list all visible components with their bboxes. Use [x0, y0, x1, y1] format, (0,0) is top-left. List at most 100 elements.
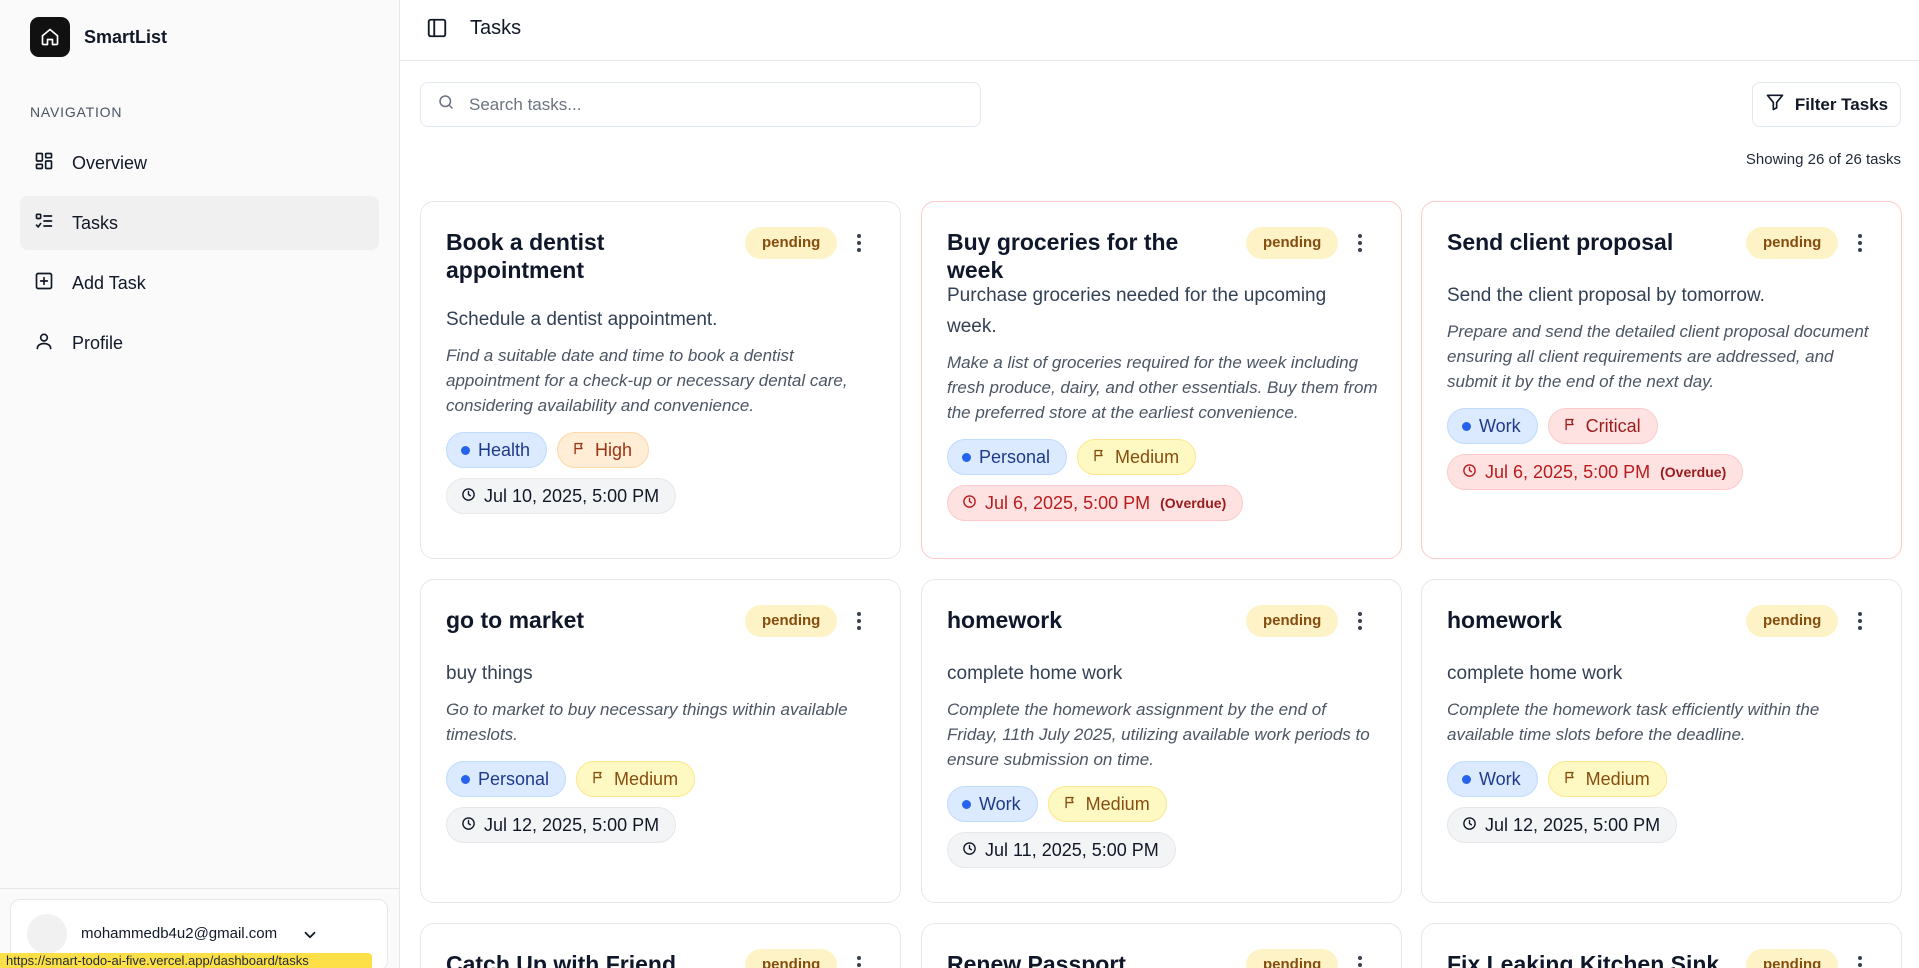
task-tags: Personal Medium Jul 12, 2025, 5:00 PM	[446, 761, 878, 843]
category-dot-icon	[962, 799, 971, 809]
sidebar-item-profile[interactable]: Profile	[20, 316, 379, 370]
category-badge: Personal	[947, 439, 1068, 475]
task-tags: Work Critical Jul 6, 2025, 5:00 PM (Overd…	[1447, 408, 1879, 490]
task-card[interactable]: Renew Passport pending	[921, 923, 1402, 968]
task-card[interactable]: homework pending complete home work Comp…	[921, 579, 1402, 903]
due-date-label: Jul 11, 2025, 5:00 PM	[985, 839, 1159, 860]
task-card[interactable]: go to market pending buy things Go to ma…	[420, 579, 901, 903]
status-badge: pending	[1746, 227, 1839, 259]
due-date-label: Jul 12, 2025, 5:00 PM	[484, 814, 660, 835]
sidebar: SmartList NAVIGATION Overview Tasks Add …	[0, 0, 400, 968]
add-task-icon	[34, 271, 54, 296]
flag-icon	[591, 769, 606, 790]
more-options-icon[interactable]	[849, 953, 869, 968]
task-card[interactable]: Buy groceries for the week pending Purch…	[921, 201, 1402, 559]
task-title: homework	[1447, 607, 1563, 633]
task-description: Go to market to buy necessary things wit…	[446, 700, 848, 744]
priority-badge: Medium	[576, 761, 696, 797]
nav-heading: NAVIGATION	[30, 104, 123, 120]
due-date-badge: Jul 6, 2025, 5:00 PM (Overdue)	[1447, 454, 1744, 490]
priority-label: High	[595, 439, 633, 460]
filter-tasks-button[interactable]: Filter Tasks	[1752, 82, 1901, 127]
priority-label: Medium	[1585, 768, 1650, 789]
category-badge: Health	[446, 432, 548, 468]
more-options-icon[interactable]	[1350, 231, 1370, 255]
category-badge: Work	[947, 786, 1038, 822]
category-badge: Work	[1447, 408, 1538, 444]
category-badge: Personal	[446, 761, 567, 797]
priority-label: Medium	[1115, 446, 1180, 467]
sidebar-item-overview[interactable]: Overview	[20, 136, 379, 190]
results-count: Showing 26 of 26 tasks	[1745, 151, 1901, 168]
task-title: Book a dentist appointment	[446, 229, 605, 283]
status-badge: pending	[1746, 949, 1839, 968]
profile-icon	[34, 331, 54, 356]
more-options-icon[interactable]	[1350, 953, 1370, 968]
more-options-icon[interactable]	[849, 231, 869, 255]
clock-icon	[962, 840, 977, 861]
task-card[interactable]: Fix Leaking Kitchen Sink pending	[1421, 923, 1902, 968]
search-icon	[437, 93, 455, 116]
task-title: Catch Up with Friend	[446, 951, 676, 968]
clock-icon	[1462, 462, 1477, 483]
sidebar-item-add-task[interactable]: Add Task	[20, 256, 379, 310]
due-date-label: Jul 6, 2025, 5:00 PM	[1485, 461, 1651, 482]
status-badge: pending	[1246, 605, 1339, 637]
category-label: Health	[478, 439, 531, 460]
brand[interactable]: SmartList	[30, 17, 167, 57]
due-date-label: Jul 6, 2025, 5:00 PM	[985, 492, 1151, 513]
category-label: Work	[1479, 768, 1521, 789]
flag-icon	[572, 440, 587, 461]
page-title: Tasks	[470, 17, 522, 39]
task-description: Find a suitable date and time to book a …	[446, 346, 848, 415]
search-box	[420, 82, 981, 127]
due-date-label: Jul 12, 2025, 5:00 PM	[1485, 814, 1661, 835]
sidebar-item-label: Tasks	[72, 212, 119, 233]
more-options-icon[interactable]	[1850, 231, 1870, 255]
sidebar-item-label: Profile	[72, 332, 124, 353]
flag-icon	[1563, 416, 1578, 437]
category-dot-icon	[1462, 774, 1471, 784]
sidebar-item-tasks[interactable]: Tasks	[20, 196, 379, 250]
priority-badge: Critical	[1547, 408, 1658, 444]
task-subtitle: Schedule a dentist appointment.	[446, 309, 718, 330]
task-tags: Work Medium Jul 11, 2025, 5:00 PM	[947, 786, 1379, 868]
more-options-icon[interactable]	[1850, 609, 1870, 633]
sidebar-nav: Overview Tasks Add Task Profile	[20, 136, 379, 376]
more-options-icon[interactable]	[1350, 609, 1370, 633]
sidebar-toggle-icon[interactable]	[426, 17, 450, 41]
task-tags: Health High Jul 10, 2025, 5:00 PM	[446, 432, 878, 514]
filter-icon	[1765, 92, 1785, 117]
task-title: Buy groceries for the week	[947, 229, 1179, 283]
task-title: Fix Leaking Kitchen Sink	[1447, 951, 1720, 968]
tasks-icon	[34, 211, 54, 236]
status-badge: pending	[745, 605, 838, 637]
task-card[interactable]: homework pending complete home work Comp…	[1421, 579, 1902, 903]
category-label: Work	[1479, 415, 1521, 436]
category-dot-icon	[461, 774, 470, 784]
category-label: Work	[979, 793, 1021, 814]
filter-tasks-label: Filter Tasks	[1794, 94, 1889, 114]
status-badge: pending	[1246, 227, 1339, 259]
task-subtitle: Purchase groceries needed for the upcomi…	[947, 285, 1327, 337]
clock-icon	[962, 493, 977, 514]
priority-label: Medium	[614, 768, 679, 789]
search-input[interactable]	[469, 94, 949, 115]
task-title: Renew Passport	[947, 951, 1126, 968]
task-card[interactable]: Catch Up with Friend pending	[420, 923, 901, 968]
more-options-icon[interactable]	[1850, 953, 1870, 968]
task-title: Send client proposal	[1447, 229, 1674, 255]
clock-icon	[1462, 815, 1477, 836]
task-card[interactable]: Book a dentist appointment pending Sched…	[420, 201, 901, 559]
status-badge: pending	[745, 949, 838, 968]
home-icon	[30, 17, 70, 57]
due-date-badge: Jul 12, 2025, 5:00 PM	[446, 807, 677, 843]
task-card[interactable]: Send client proposal pending Send the cl…	[1421, 201, 1902, 559]
category-dot-icon	[1462, 421, 1471, 431]
category-label: Personal	[478, 768, 550, 789]
more-options-icon[interactable]	[849, 609, 869, 633]
clock-icon	[461, 815, 476, 836]
brand-name: SmartList	[84, 26, 168, 47]
priority-badge: Medium	[1547, 761, 1667, 797]
flag-icon	[1063, 794, 1078, 815]
